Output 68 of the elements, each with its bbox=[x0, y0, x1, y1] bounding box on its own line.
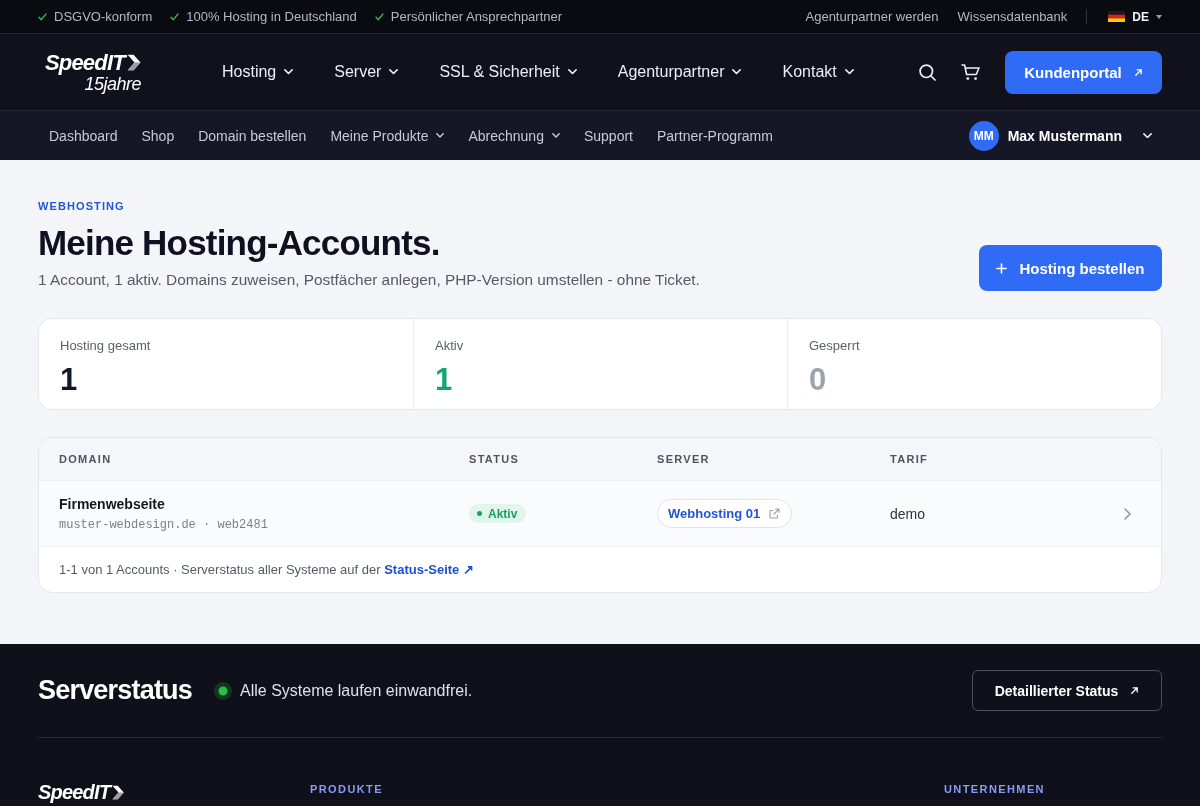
usp-label: Persönlicher Ansprechpartner bbox=[390, 9, 563, 24]
table-footer-text: 1-1 von 1 Accounts · Serverstatus aller Systeme auf der Status-Seite ↗ bbox=[59, 562, 474, 577]
avatar-initials: MM bbox=[968, 120, 999, 151]
status-page-link[interactable]: Status-Seite ↗ bbox=[384, 562, 474, 577]
stat-label: Aktiv bbox=[435, 338, 464, 354]
customer-portal-button[interactable]: Kundenportal bbox=[1005, 50, 1162, 94]
subnav-item[interactable]: Dashboard bbox=[49, 127, 118, 144]
stat-label: Hosting gesamt bbox=[60, 338, 151, 354]
nav-item[interactable]: Agenturpartner bbox=[617, 63, 742, 81]
logo-chevron-icon bbox=[125, 54, 142, 71]
stat-label: Gesperrt bbox=[809, 338, 860, 354]
table-row[interactable]: Firmenwebseite muster-webdesign.de · web2481 Aktiv Webhosting 01 demo bbox=[39, 481, 1161, 547]
caret-icon bbox=[1156, 14, 1162, 19]
logo-wordmark[interactable]: SpeedIT bbox=[44, 51, 125, 74]
subnav-item[interactable]: Support bbox=[583, 127, 633, 144]
top-link[interactable]: Wissensdatenbank bbox=[957, 9, 1068, 24]
usp-label: 100% Hosting in Deutschland bbox=[186, 9, 357, 24]
subnav-item[interactable]: Meine Produkte bbox=[330, 127, 445, 144]
tariff-cell: demo bbox=[890, 505, 926, 522]
column-header: DOMAIN bbox=[59, 453, 112, 465]
user-name: Max Mustermann bbox=[1007, 127, 1122, 144]
footer-heading: PRODUKTE bbox=[310, 782, 383, 796]
page-title: Meine Hosting-Accounts. bbox=[38, 222, 441, 264]
logo-chevron-icon bbox=[111, 784, 126, 800]
nav-item[interactable]: SSL & Sicherheit bbox=[439, 63, 577, 81]
check-icon bbox=[170, 12, 180, 21]
detailed-status-button[interactable]: Detaillierter Status bbox=[972, 670, 1162, 711]
cart-icon[interactable] bbox=[961, 63, 980, 81]
usp-label: DSGVO-konform bbox=[54, 9, 153, 24]
arrow-up-right-icon bbox=[1133, 67, 1143, 77]
top-link[interactable]: Agenturpartner werden bbox=[805, 9, 939, 24]
status-dot-icon bbox=[477, 511, 482, 516]
section-eyebrow: WEBHOSTING bbox=[38, 199, 125, 213]
account-name: Firmenwebseite bbox=[59, 495, 165, 512]
chevron-right-icon[interactable] bbox=[1124, 507, 1131, 520]
page-subtitle: 1 Account, 1 aktiv. Domains zuweisen, Postfächer anlegen, PHP-Version umstellen - ohne Ticket. bbox=[38, 270, 700, 290]
external-link-icon bbox=[769, 508, 781, 519]
column-header: SERVER bbox=[657, 453, 710, 465]
subnav-item[interactable]: Domain bestellen bbox=[198, 127, 307, 144]
user-menu[interactable]: MM Max Mustermann bbox=[968, 120, 1162, 151]
chevron-down-icon bbox=[1143, 132, 1152, 139]
stat-value: 1 bbox=[60, 364, 78, 396]
nav-item[interactable]: Hosting bbox=[222, 63, 294, 81]
footer-logo-wordmark[interactable]: SpeedIT bbox=[38, 782, 111, 802]
nav-item[interactable]: Server bbox=[334, 63, 399, 81]
server-status-title: Serverstatus bbox=[38, 675, 192, 706]
subnav-item[interactable]: Shop bbox=[141, 127, 175, 144]
order-hosting-button[interactable]: Hosting bestellen bbox=[979, 245, 1162, 291]
subnav-item[interactable]: Partner-Programm bbox=[657, 127, 773, 144]
stat-value: 0 bbox=[809, 364, 827, 396]
logo-tagline: 15jahre bbox=[84, 74, 141, 93]
account-details: muster-webdesign.de · web2481 bbox=[59, 517, 268, 532]
check-icon bbox=[38, 12, 47, 21]
subnav-item[interactable]: Abrechnung bbox=[468, 127, 560, 144]
search-icon[interactable] bbox=[919, 63, 936, 81]
flag-icon bbox=[1108, 11, 1126, 22]
column-header: STATUS bbox=[469, 453, 520, 465]
status-badge: Aktiv bbox=[469, 504, 527, 523]
arrow-up-right-icon bbox=[1130, 686, 1140, 695]
plus-icon bbox=[996, 262, 1008, 274]
server-link[interactable]: Webhosting 01 bbox=[657, 499, 793, 528]
server-status-message: Alle Systeme laufen einwandfrei. bbox=[240, 681, 473, 700]
nav-item[interactable]: Kontakt bbox=[782, 63, 854, 81]
check-icon bbox=[374, 12, 384, 21]
language-selector[interactable]: DE bbox=[1108, 9, 1162, 24]
stat-value: 1 bbox=[435, 364, 453, 396]
footer-heading: UNTERNEHMEN bbox=[944, 782, 1045, 796]
column-header: TARIF bbox=[890, 453, 929, 465]
